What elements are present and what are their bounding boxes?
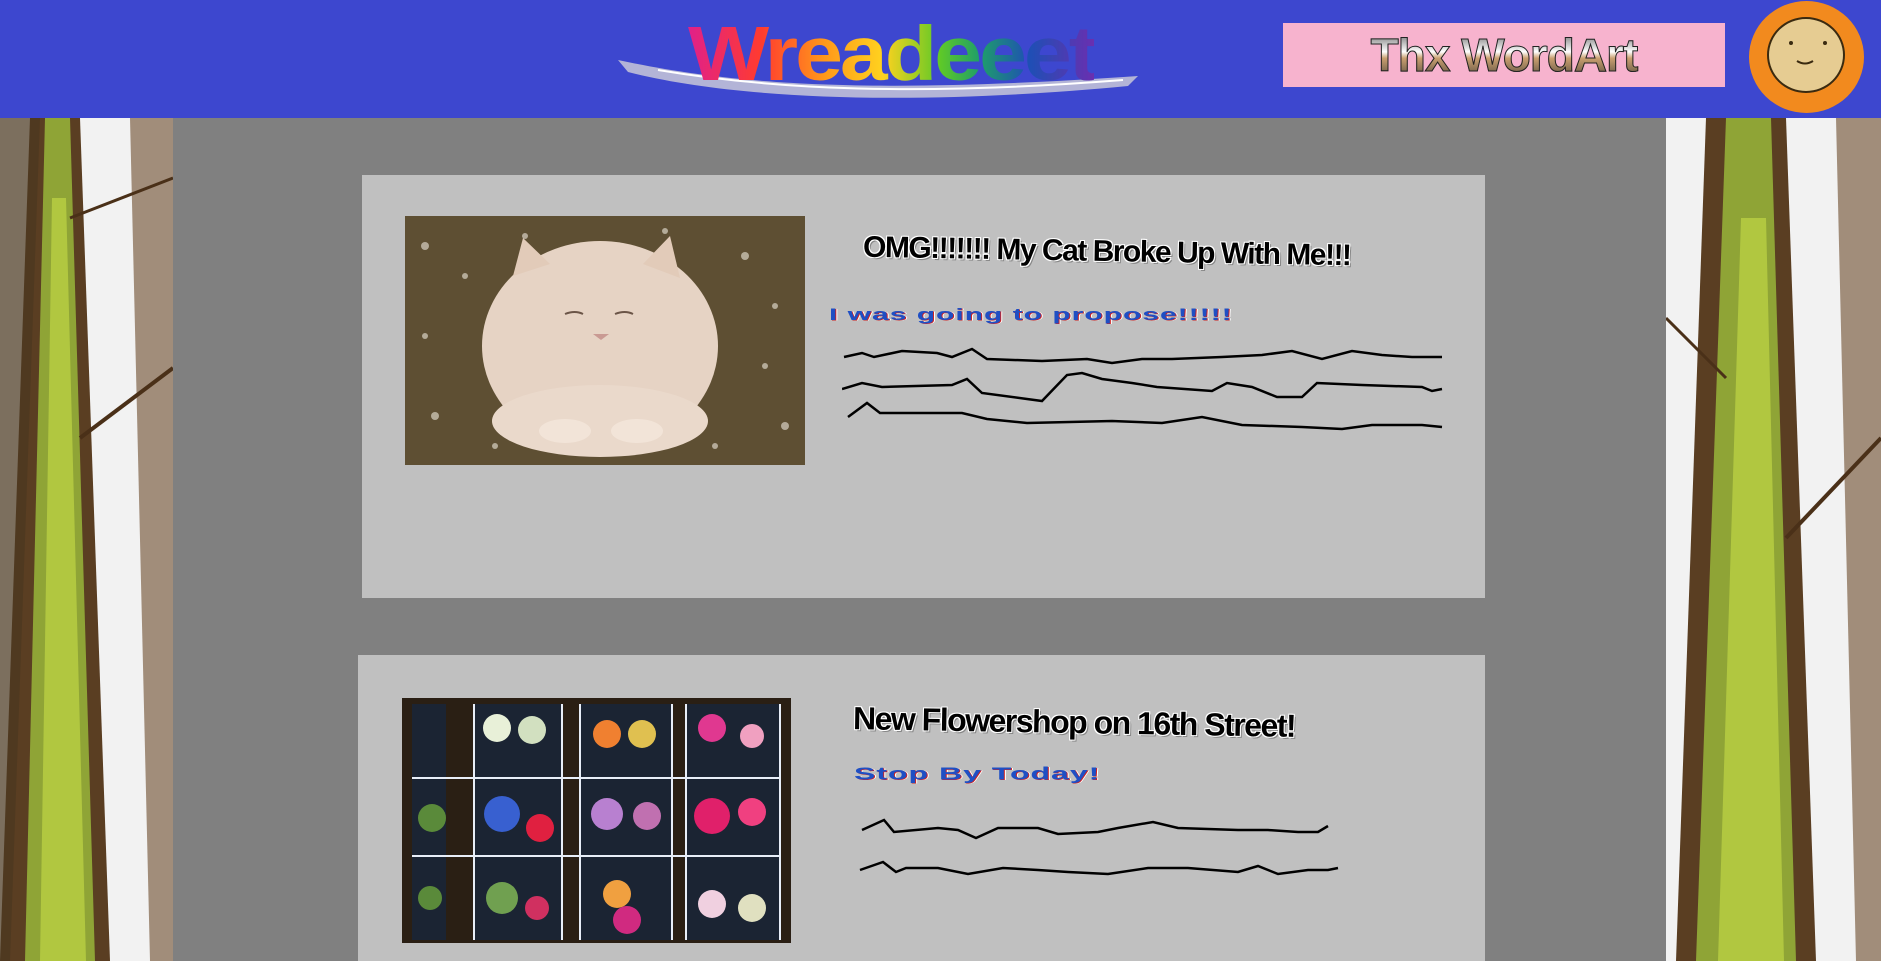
smiley-face-icon	[1767, 17, 1845, 93]
right-tree-decoration	[1666, 118, 1881, 961]
left-tree-decoration	[0, 118, 173, 961]
thanks-wordart-text: Thx WordArt	[1283, 23, 1725, 87]
site-header: Wreadeeet Thx WordArt	[0, 0, 1881, 118]
post-title[interactable]: New Flowershop on 16th Street!	[853, 700, 1296, 745]
scribble-text-placeholder	[859, 818, 1339, 876]
post-title[interactable]: OMG!!!!!!! My Cat Broke Up With Me!!!	[863, 231, 1351, 274]
post-subtitle: I was going to propose!!!!!	[829, 305, 1233, 324]
user-avatar-button[interactable]	[1749, 1, 1864, 113]
main-feed: OMG!!!!!!! My Cat Broke Up With Me!!! I …	[173, 118, 1666, 961]
post-image-flower-shop[interactable]	[402, 698, 791, 943]
logo-wordart-text: Wreadeeet	[688, 10, 1097, 98]
post-subtitle: Stop By Today!	[854, 763, 1101, 784]
post-card[interactable]: OMG!!!!!!! My Cat Broke Up With Me!!! I …	[362, 175, 1485, 598]
thanks-wordart-banner: Thx WordArt	[1283, 23, 1725, 87]
post-image-cat[interactable]	[405, 216, 805, 465]
scribble-text-placeholder	[842, 347, 1443, 431]
site-logo[interactable]: Wreadeeet	[618, 6, 1138, 102]
post-card[interactable]: New Flowershop on 16th Street! Stop By T…	[358, 655, 1485, 961]
